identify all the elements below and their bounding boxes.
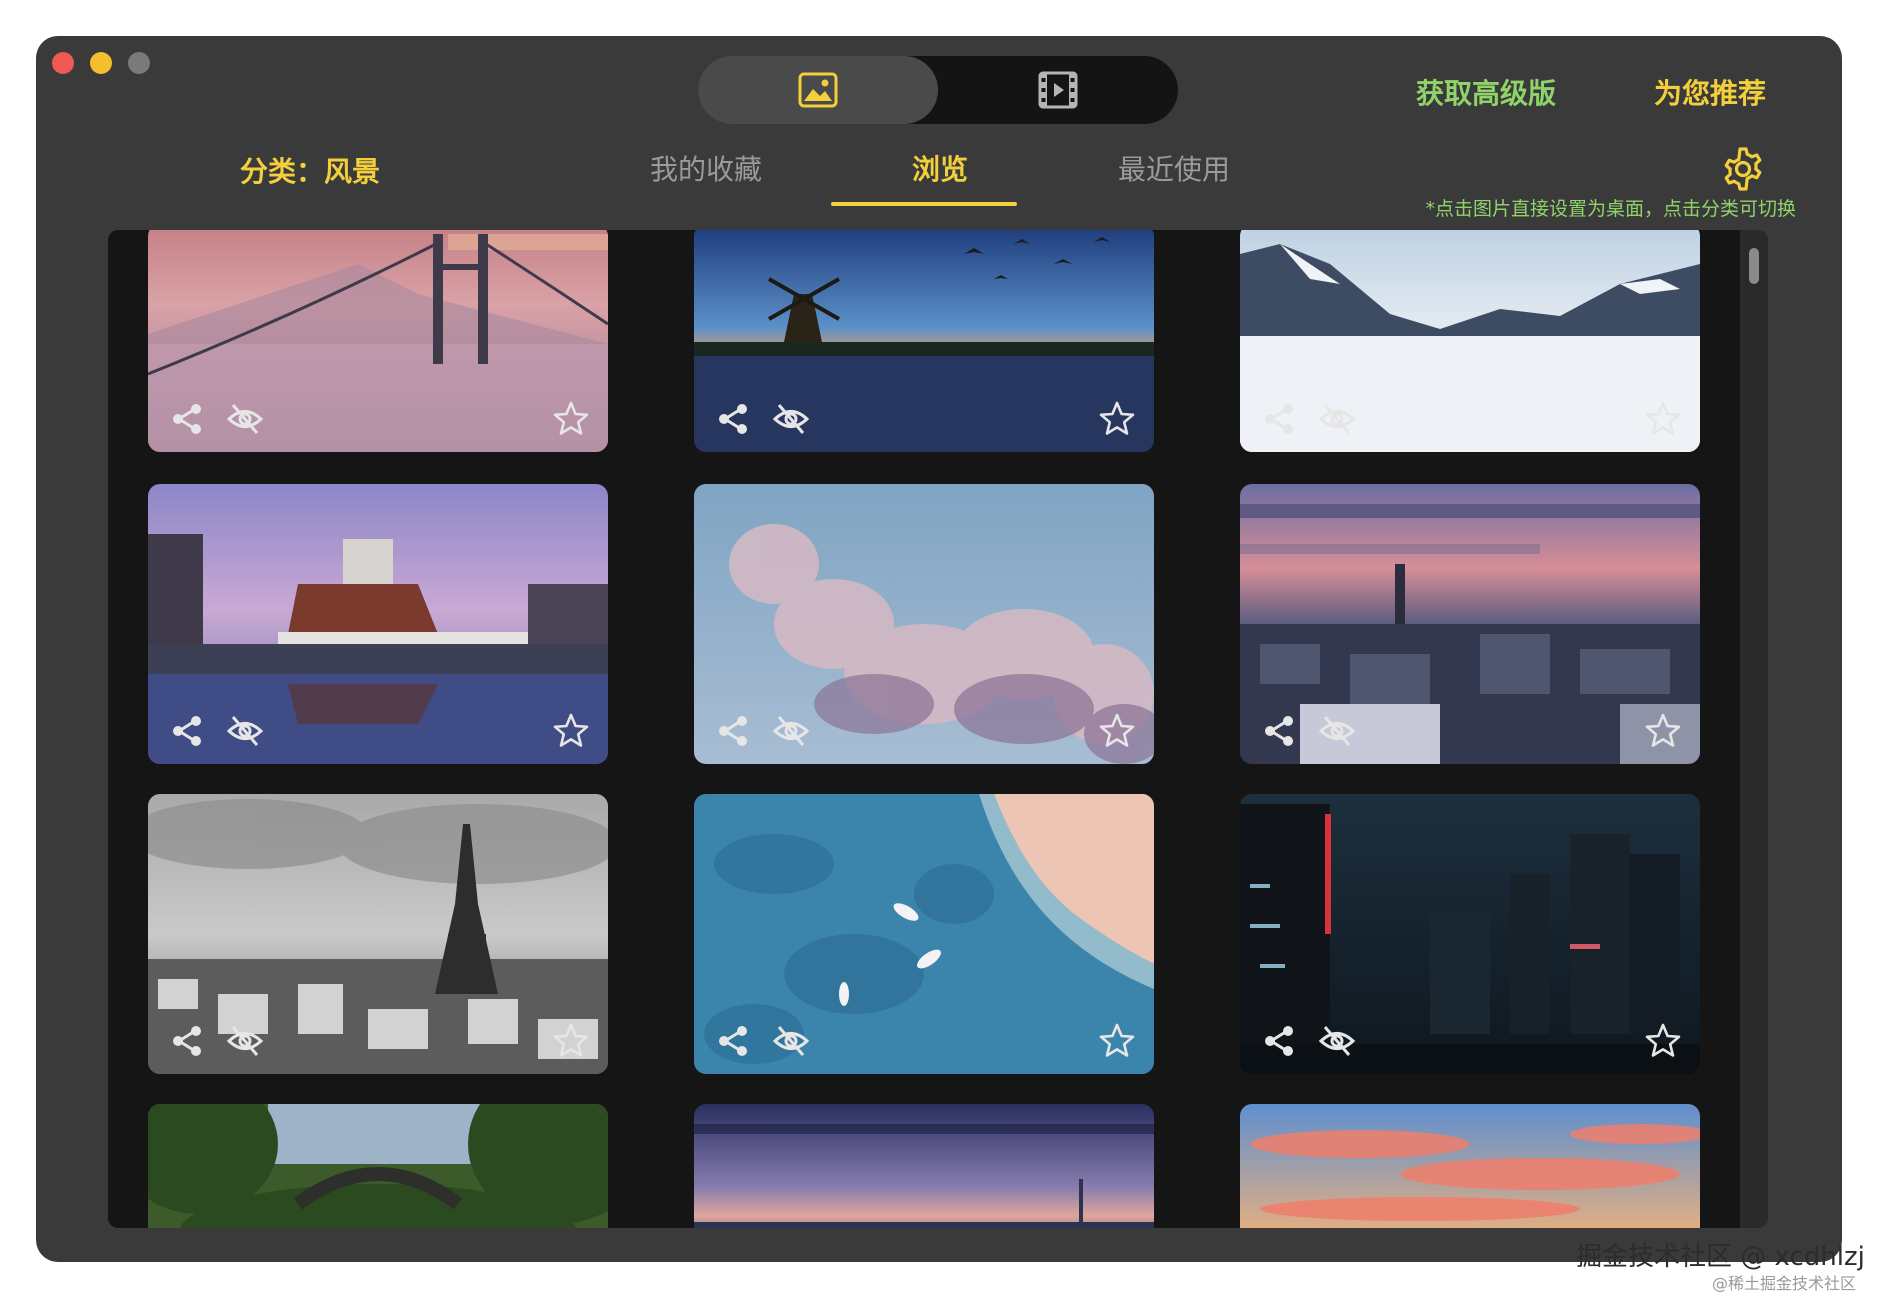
wallpaper-card[interactable] [148,484,608,764]
watermark-small: @稀土掘金技术社区 [1712,1274,1857,1293]
scroll-thumb[interactable] [1749,248,1759,284]
wallpaper-grid [108,230,1748,1228]
share-icon[interactable] [714,1022,752,1060]
wallpaper-card[interactable] [1240,230,1700,452]
wallpaper-card[interactable] [148,230,608,452]
image-icon [798,72,838,108]
share-icon[interactable] [168,400,206,438]
share-icon[interactable] [714,400,752,438]
active-tab-indicator [831,202,1017,206]
hide-icon[interactable] [1318,712,1356,750]
wallpaper-card[interactable] [1240,484,1700,764]
get-premium-link[interactable]: 获取高级版 [1416,72,1556,112]
segment-videos[interactable] [938,56,1178,124]
share-icon[interactable] [168,1022,206,1060]
tab-favorites[interactable]: 我的收藏 [650,148,762,188]
hide-icon[interactable] [772,1022,810,1060]
media-type-switch [698,56,1178,124]
zoom-window-button[interactable] [128,52,150,74]
card-actions [1240,398,1700,438]
wallpaper-card[interactable] [694,484,1154,764]
star-icon[interactable] [552,400,590,438]
card-actions [1240,1020,1700,1060]
recommend-link[interactable]: 为您推荐 [1654,72,1766,112]
share-icon[interactable] [714,712,752,750]
hide-icon[interactable] [226,400,264,438]
star-icon[interactable] [1644,400,1682,438]
card-actions [694,1020,1154,1060]
tab-browse[interactable]: 浏览 [912,148,968,188]
hide-icon[interactable] [226,1022,264,1060]
watermark: 掘金技术社区 @ xcdhlzj [1576,1242,1865,1272]
wallpaper-card[interactable] [694,230,1154,452]
tab-recent[interactable]: 最近使用 [1118,148,1230,188]
video-icon [1038,71,1078,109]
app-window: 获取高级版 为您推荐 分类：风景 我的收藏 浏览 最近使用 *点击图片直接设置为… [36,36,1842,1262]
wallpaper-card[interactable] [1240,1104,1700,1228]
window-controls [52,52,150,74]
share-icon[interactable] [1260,400,1298,438]
wallpaper-card[interactable] [148,794,608,1074]
share-icon[interactable] [168,712,206,750]
wallpaper-card[interactable] [148,1104,608,1228]
hide-icon[interactable] [226,712,264,750]
category-selector[interactable]: 分类：风景 [240,150,380,190]
star-icon[interactable] [1644,712,1682,750]
star-icon[interactable] [1098,712,1136,750]
card-actions [1240,710,1700,750]
star-icon[interactable] [552,1022,590,1060]
star-icon[interactable] [1098,1022,1136,1060]
card-actions [148,398,608,438]
minimize-window-button[interactable] [90,52,112,74]
share-icon[interactable] [1260,712,1298,750]
segment-images[interactable] [698,56,938,124]
wallpaper-image [148,1104,608,1228]
card-actions [148,710,608,750]
close-window-button[interactable] [52,52,74,74]
wallpaper-image [1240,1104,1700,1228]
star-icon[interactable] [1098,400,1136,438]
wallpaper-card[interactable] [694,1104,1154,1228]
hide-icon[interactable] [1318,1022,1356,1060]
star-icon[interactable] [1644,1022,1682,1060]
grid-scrollbar[interactable] [1740,230,1768,1228]
hide-icon[interactable] [772,712,810,750]
star-icon[interactable] [552,712,590,750]
hide-icon[interactable] [772,400,810,438]
gear-icon[interactable] [1720,146,1766,192]
wallpaper-card[interactable] [694,794,1154,1074]
wallpaper-image [694,1104,1154,1228]
card-actions [694,398,1154,438]
card-actions [148,1020,608,1060]
card-actions [694,710,1154,750]
wallpaper-card[interactable] [1240,794,1700,1074]
hide-icon[interactable] [1318,400,1356,438]
usage-hint: *点击图片直接设置为桌面，点击分类可切换 [1425,198,1796,220]
share-icon[interactable] [1260,1022,1298,1060]
